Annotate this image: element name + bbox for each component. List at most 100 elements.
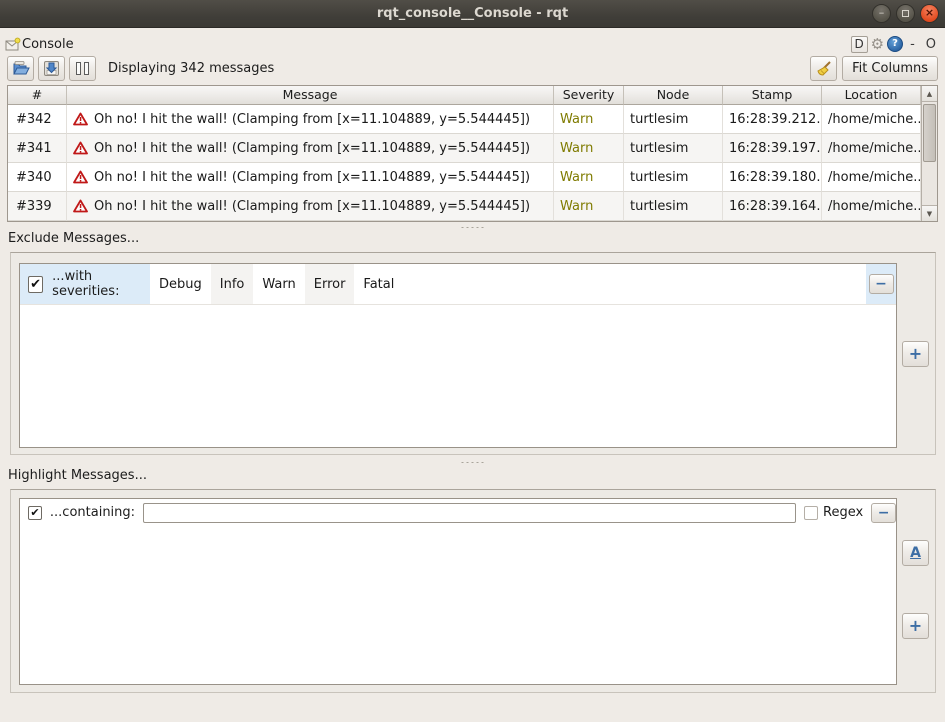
- location-cell[interactable]: /home/miche...: [822, 105, 921, 134]
- titlebar[interactable]: rqt_console__Console - rqt – ×: [0, 0, 945, 28]
- message-cell[interactable]: Oh no! I hit the wall! (Clamping from [x…: [67, 192, 554, 221]
- arrow-up-icon: ▲: [927, 90, 932, 98]
- table-row[interactable]: #339: [8, 192, 67, 221]
- node-cell[interactable]: turtlesim: [624, 163, 723, 192]
- exclude-filter-list: ✔ ...with severities: Debug Info Warn Er…: [19, 263, 897, 448]
- regex-checkbox[interactable]: [804, 506, 818, 520]
- table-row[interactable]: #340: [8, 163, 67, 192]
- broom-icon: [815, 60, 833, 77]
- save-messages-button[interactable]: [38, 56, 65, 81]
- d-badge-label: D: [854, 37, 863, 51]
- stamp-cell[interactable]: 16:28:39.164...: [723, 192, 822, 221]
- plus-icon: +: [909, 346, 922, 362]
- message-text: Oh no! I hit the wall! (Clamping from [x…: [94, 112, 530, 127]
- severity-option-fatal[interactable]: Fatal: [354, 264, 403, 304]
- message-text: Oh no! I hit the wall! (Clamping from [x…: [94, 141, 530, 156]
- warning-icon: [73, 170, 88, 184]
- console-toolbar: Displaying 342 messages Fit Columns: [7, 55, 938, 81]
- message-cell[interactable]: Oh no! I hit the wall! (Clamping from [x…: [67, 134, 554, 163]
- severity-option-error[interactable]: Error: [305, 264, 355, 304]
- column-header-node[interactable]: Node: [624, 86, 723, 105]
- dock-d-button[interactable]: D: [851, 36, 868, 53]
- fit-columns-button[interactable]: Fit Columns: [842, 56, 938, 81]
- pause-icon: [76, 62, 89, 75]
- load-messages-button[interactable]: [7, 56, 34, 81]
- column-header-num[interactable]: #: [8, 86, 67, 105]
- severity-cell[interactable]: Warn: [554, 105, 624, 134]
- splitter-handle[interactable]: [0, 458, 945, 466]
- column-header-stamp[interactable]: Stamp: [723, 86, 822, 105]
- column-header-message[interactable]: Message: [67, 86, 554, 105]
- severity-cell[interactable]: Warn: [554, 134, 624, 163]
- severity-option-info[interactable]: Info: [211, 264, 254, 304]
- check-icon: ✔: [30, 507, 39, 518]
- node-cell[interactable]: turtlesim: [624, 105, 723, 134]
- splitter-dots: [460, 226, 486, 229]
- stamp-cell[interactable]: 16:28:39.197...: [723, 134, 822, 163]
- node-cell[interactable]: turtlesim: [624, 134, 723, 163]
- table-row[interactable]: #342: [8, 105, 67, 134]
- help-icon: ?: [892, 38, 898, 49]
- add-exclude-filter-button[interactable]: +: [902, 341, 929, 367]
- maximize-icon: [902, 10, 909, 17]
- console-plugin-icon: [5, 37, 21, 52]
- highlight-mode-toggle-button[interactable]: A: [902, 540, 929, 566]
- warning-icon: [73, 199, 88, 213]
- containing-input[interactable]: [143, 503, 796, 523]
- settings-gear-icon[interactable]: ⚙: [871, 36, 884, 52]
- close-icon: ×: [925, 6, 934, 19]
- stamp-cell[interactable]: 16:28:39.212...: [723, 105, 822, 134]
- minimize-button[interactable]: –: [872, 4, 891, 23]
- severity-filter-row[interactable]: ✔ ...with severities: Debug Info Warn Er…: [20, 264, 896, 305]
- location-cell[interactable]: /home/miche...: [822, 163, 921, 192]
- regex-option: Regex: [804, 505, 863, 520]
- dock-close-button[interactable]: O: [922, 37, 940, 52]
- column-header-severity[interactable]: Severity: [554, 86, 624, 105]
- severity-row-remove-cell: −: [866, 264, 896, 304]
- table-row[interactable]: #341: [8, 134, 67, 163]
- dock-minimize-button[interactable]: -: [906, 37, 919, 52]
- warning-icon: [73, 141, 88, 155]
- minus-icon: −: [878, 506, 890, 520]
- pause-button[interactable]: [69, 56, 96, 81]
- splitter-handle[interactable]: [0, 223, 945, 231]
- maximize-button[interactable]: [896, 4, 915, 23]
- severity-cell[interactable]: Warn: [554, 163, 624, 192]
- scroll-up-button[interactable]: ▲: [922, 86, 937, 102]
- plus-icon: +: [909, 618, 922, 634]
- close-button[interactable]: ×: [920, 4, 939, 23]
- message-cell[interactable]: Oh no! I hit the wall! (Clamping from [x…: [67, 105, 554, 134]
- severity-cell[interactable]: Warn: [554, 192, 624, 221]
- containing-filter-row[interactable]: ✔ ...containing: Regex −: [20, 499, 896, 526]
- remove-exclude-filter-button[interactable]: −: [869, 274, 894, 294]
- toolbar-right: Fit Columns: [810, 56, 938, 81]
- severity-option-warn[interactable]: Warn: [253, 264, 304, 304]
- dock-title: Console: [5, 37, 74, 52]
- add-highlight-filter-button[interactable]: +: [902, 613, 929, 639]
- severity-filter-checkbox[interactable]: ✔: [28, 276, 43, 293]
- scrollbar-thumb[interactable]: [923, 104, 936, 162]
- fit-columns-label: Fit Columns: [852, 61, 928, 76]
- rqt-window: rqt_console__Console - rqt – × Console D…: [0, 0, 945, 722]
- node-cell[interactable]: turtlesim: [624, 192, 723, 221]
- highlight-filter-frame: ✔ ...containing: Regex − A +: [10, 489, 936, 693]
- severity-option-debug[interactable]: Debug: [150, 264, 211, 304]
- dock-title-label: Console: [22, 37, 74, 52]
- help-button[interactable]: ?: [887, 36, 903, 52]
- location-cell[interactable]: /home/miche...: [822, 134, 921, 163]
- window-controls: – ×: [872, 4, 939, 23]
- arrow-down-icon: ▼: [927, 210, 932, 218]
- regex-label: Regex: [823, 505, 863, 520]
- warning-icon: [73, 112, 88, 126]
- message-cell[interactable]: Oh no! I hit the wall! (Clamping from [x…: [67, 163, 554, 192]
- remove-highlight-filter-button[interactable]: −: [871, 503, 896, 523]
- containing-filter-checkbox[interactable]: ✔: [28, 506, 42, 520]
- clear-messages-button[interactable]: [810, 56, 837, 81]
- scroll-down-button[interactable]: ▼: [922, 205, 937, 221]
- window-title: rqt_console__Console - rqt: [377, 6, 568, 21]
- stamp-cell[interactable]: 16:28:39.180...: [723, 163, 822, 192]
- table-scrollbar[interactable]: ▲ ▼: [921, 86, 937, 221]
- exclude-filter-frame: ✔ ...with severities: Debug Info Warn Er…: [10, 252, 936, 455]
- location-cell[interactable]: /home/miche...: [822, 192, 921, 221]
- column-header-location[interactable]: Location: [822, 86, 921, 105]
